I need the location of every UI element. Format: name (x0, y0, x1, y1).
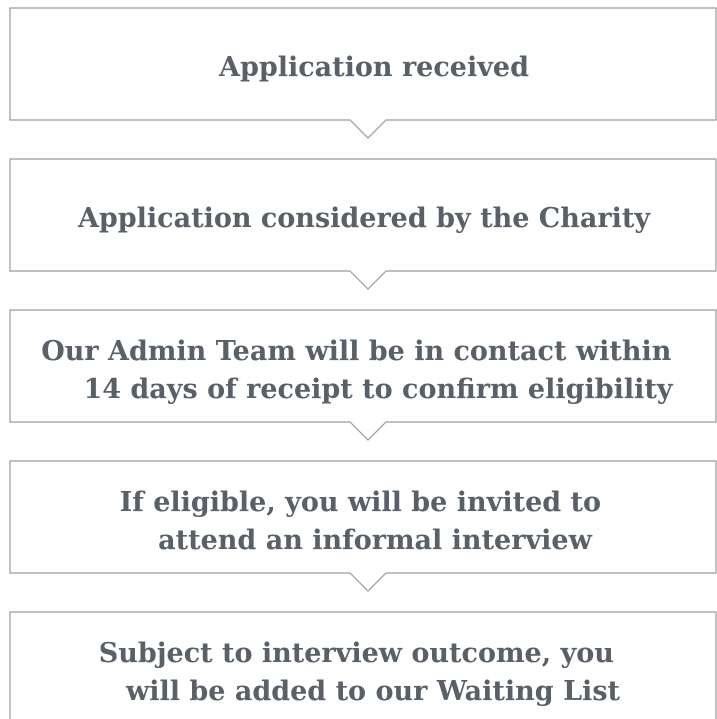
step-3-line-2: 14 days of receipt to confirm eligibilit… (83, 374, 673, 405)
step-4-line-1: If eligible, you will be invited to (120, 487, 601, 518)
flow-step-3: Our Admin Team will be in contact within… (9, 309, 717, 441)
step-5-line-2: will be added to our Waiting List (125, 676, 621, 707)
process-flowchart: Application received Application conside… (9, 7, 717, 719)
flow-step-1: Application received (9, 7, 717, 139)
flow-step-5: Subject to interview outcome, you will b… (9, 611, 717, 719)
step-3-line-1: Our Admin Team will be in contact within (41, 336, 671, 367)
step-4-line-2: attend an informal interview (158, 525, 592, 556)
step-2-line-1: Application considered by the Charity (77, 203, 651, 234)
step-1-text: Application received (218, 52, 529, 83)
flow-step-2: Application considered by the Charity (9, 158, 717, 290)
step-5-line-1: Subject to interview outcome, you (99, 638, 614, 669)
step-2-text: Application considered by the Charity (77, 203, 651, 234)
flow-step-4: If eligible, you will be invited to atte… (9, 460, 717, 592)
step-1-line-1: Application received (218, 52, 529, 83)
